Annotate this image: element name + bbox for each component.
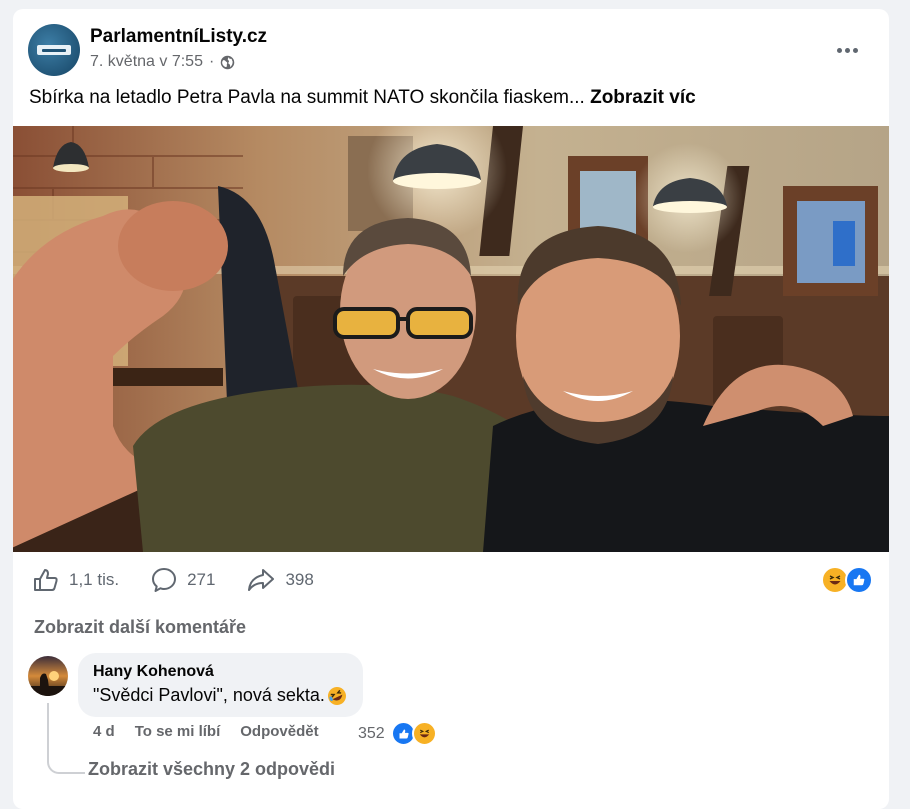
photo-image — [13, 126, 889, 552]
page-logo-icon — [37, 45, 71, 55]
comment-button[interactable]: 271 — [151, 567, 215, 593]
comment-author[interactable]: Hany Kohenová — [93, 663, 347, 681]
globe-icon — [220, 55, 235, 70]
view-replies-link[interactable]: Zobrazit všechny 2 odpovědi — [88, 759, 335, 780]
haha-icon — [412, 721, 437, 746]
comment-reply-button[interactable]: Odpovědět — [240, 723, 318, 740]
post-body: Sbírka na letadlo Petra Pavla na summit … — [29, 87, 591, 108]
post-reactions[interactable] — [821, 566, 873, 594]
share-icon — [248, 569, 275, 591]
comment-count: 271 — [187, 570, 216, 589]
share-count: 398 — [285, 570, 314, 589]
comment-reaction-count[interactable]: 352 — [358, 725, 385, 743]
thumbs-up-icon — [34, 569, 58, 591]
comment-icon — [152, 568, 177, 592]
comment-avatar[interactable] — [28, 656, 68, 696]
like-button[interactable]: 1,1 tis. — [33, 568, 119, 592]
like-count: 1,1 tis. — [69, 570, 120, 589]
post-header: ParlamentníListy.cz 7. května v 7:55 · — [28, 24, 874, 76]
page-name[interactable]: ParlamentníListy.cz — [90, 26, 267, 48]
post-photo[interactable] — [13, 126, 889, 552]
post-card: ParlamentníListy.cz 7. května v 7:55 · S… — [13, 9, 889, 809]
more-options-icon[interactable] — [832, 40, 862, 60]
comment-age: 4 d — [93, 723, 115, 740]
meta-separator: · — [208, 53, 215, 70]
comment-reactions[interactable] — [391, 721, 437, 746]
comment-like-button[interactable]: To se mi líbí — [135, 723, 221, 740]
rolling-laughing-icon — [327, 686, 346, 705]
share-button[interactable]: 398 — [247, 568, 314, 592]
like-icon — [845, 566, 873, 594]
comment-text-row: "Svědci Pavlovi", nová sekta. — [93, 685, 347, 706]
post-timestamp[interactable]: 7. května v 7:55 — [90, 53, 203, 71]
comment-bubble: Hany Kohenová "Svědci Pavlovi", nová sek… — [78, 653, 363, 717]
post-actions: 1,1 tis. 271 398 — [33, 564, 873, 596]
view-more-comments-link[interactable]: Zobrazit další komentáře — [34, 617, 246, 638]
comment-text: "Svědci Pavlovi", nová sekta. — [93, 685, 325, 705]
reply-thread-line — [47, 703, 85, 774]
see-more-link[interactable]: Zobrazit víc — [590, 87, 696, 108]
post-text: Sbírka na letadlo Petra Pavla na summit … — [29, 87, 875, 109]
page-avatar[interactable] — [28, 24, 80, 76]
comment-meta: 4 d To se mi líbí Odpovědět — [93, 723, 339, 740]
post-meta: 7. května v 7:55 · — [90, 53, 235, 71]
